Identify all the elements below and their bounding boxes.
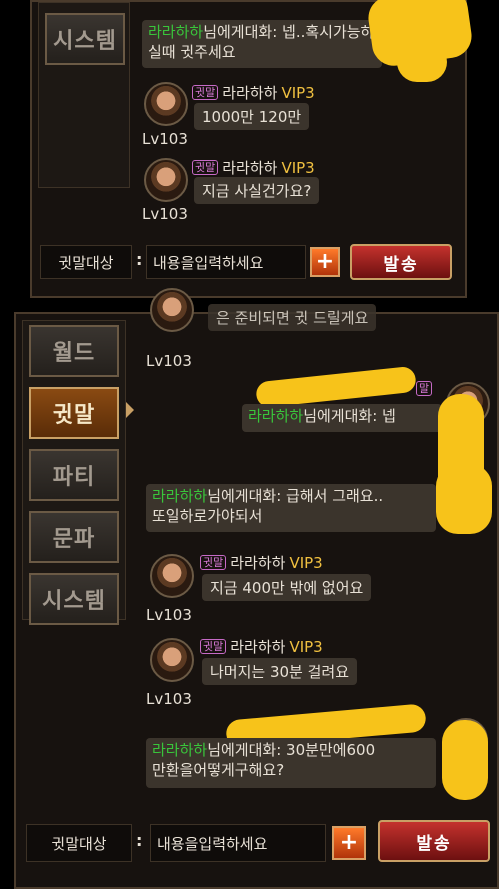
player-name[interactable]: 라라하하 (230, 554, 285, 572)
whisper-message: 지금 400만 밖에 없어요 (202, 574, 372, 601)
chat-message: 라라하하님에게대화: 넵..혹시가능하 실때 귓주세요 (142, 20, 382, 68)
message-text: 님에게대화: 넵 (303, 407, 396, 425)
chat-panel-top: 시스템 라라하하님에게대화: 넵..혹시가능하 실때 귓주세요 귓말 라라하하 VI… (30, 0, 475, 298)
whisper-target-label[interactable]: 귓말대상 (40, 245, 132, 279)
whisper-message: 1000만 120만 (194, 103, 310, 130)
redaction-mark (436, 464, 492, 534)
tab-system[interactable]: 시스템 (29, 573, 119, 625)
add-button[interactable]: + (310, 247, 340, 277)
message-text: 님에게대화: 급해서 그래요.. (207, 487, 384, 505)
message-input[interactable]: 내용을입력하세요 (146, 245, 306, 279)
player-level: Lv103 (146, 690, 192, 708)
tab-world[interactable]: 월드 (29, 325, 119, 377)
colon-separator: : (136, 831, 143, 850)
avatar[interactable] (150, 638, 194, 682)
player-name[interactable]: 라라하하 (222, 84, 277, 102)
whisper-header: 귓말 라라하하 VIP3 (200, 552, 323, 573)
tab-sidebar: 시스템 (38, 2, 130, 188)
redaction-mark (397, 42, 447, 82)
whisper-badge: 말 (416, 381, 433, 396)
vip-badge: VIP3 (281, 84, 315, 102)
whisper-message: 지금 사실건가요? (194, 177, 320, 204)
tab-system[interactable]: 시스템 (45, 13, 125, 65)
chat-message: 라라하하님에게대화: 급해서 그래요.. 또일하로가야되서 (146, 484, 436, 532)
sender-name[interactable]: 라라하하 (152, 487, 207, 505)
message-input[interactable]: 내용을입력하세요 (150, 824, 326, 862)
whisper-header: 귓말 라라하하 VIP3 (192, 157, 315, 178)
sender-name[interactable]: 라라하하 (152, 741, 207, 759)
add-button[interactable]: + (332, 826, 366, 860)
tab-guild[interactable]: 문파 (29, 511, 119, 563)
message-text-line2: 만환을어떻게구해요? (152, 761, 285, 779)
redaction-mark (442, 720, 488, 800)
sender-name[interactable]: 라라하하 (248, 407, 303, 425)
player-level: Lv103 (146, 352, 192, 370)
vip-badge: VIP3 (281, 159, 315, 177)
avatar[interactable] (144, 82, 188, 126)
player-level: Lv103 (142, 130, 188, 148)
player-level: Lv103 (146, 606, 192, 624)
send-button[interactable]: 발송 (350, 244, 452, 280)
player-level: Lv103 (142, 205, 188, 223)
active-tab-arrow-icon (126, 402, 134, 418)
whisper-badge: 귓말 (192, 85, 219, 100)
tab-whisper[interactable]: 귓말 (29, 387, 119, 439)
chat-message: 라라하하님에게대화: 30분만에600 만환을어떻게구해요? (146, 738, 436, 788)
whisper-message: 은 준비되면 귓 드릴게요 (208, 304, 377, 331)
whisper-badge: 귓말 (200, 555, 227, 570)
chat-panel-bottom: 월드 귓말 파티 문파 시스템 은 준비되면 귓 드릴게요 Lv103 말 라라… (14, 288, 499, 889)
colon-separator: : (136, 250, 143, 269)
send-button[interactable]: 발송 (378, 820, 490, 862)
tab-party[interactable]: 파티 (29, 449, 119, 501)
message-text-line2: 실때 귓주세요 (148, 43, 236, 61)
tab-sidebar: 월드 귓말 파티 문파 시스템 (22, 320, 126, 625)
vip-badge: VIP3 (289, 638, 323, 656)
whisper-header: 귓말 라라하하 VIP3 (200, 636, 323, 657)
avatar[interactable] (150, 288, 194, 332)
player-name[interactable]: 라라하하 (222, 159, 277, 177)
whisper-header: 귓말 라라하하 VIP3 (192, 82, 315, 103)
sender-name[interactable]: 라라하하 (148, 23, 203, 41)
redaction-mark (255, 365, 417, 409)
chat-message: 라라하하님에게대화: 넵 (242, 404, 442, 432)
whisper-message: 나머지는 30분 걸려요 (202, 658, 358, 685)
message-text-line2: 또일하로가야되서 (152, 507, 263, 525)
whisper-badge-partial: 말 (416, 380, 436, 398)
avatar[interactable] (144, 158, 188, 202)
whisper-target-label[interactable]: 귓말대상 (26, 824, 132, 862)
whisper-badge: 귓말 (192, 160, 219, 175)
vip-badge: VIP3 (289, 554, 323, 572)
whisper-badge: 귓말 (200, 639, 227, 654)
avatar[interactable] (150, 554, 194, 598)
message-text: 님에게대화: 30분만에600 (207, 741, 376, 759)
message-text: 님에게대화: 넵..혹시가능하 (203, 23, 375, 41)
player-name[interactable]: 라라하하 (230, 638, 285, 656)
